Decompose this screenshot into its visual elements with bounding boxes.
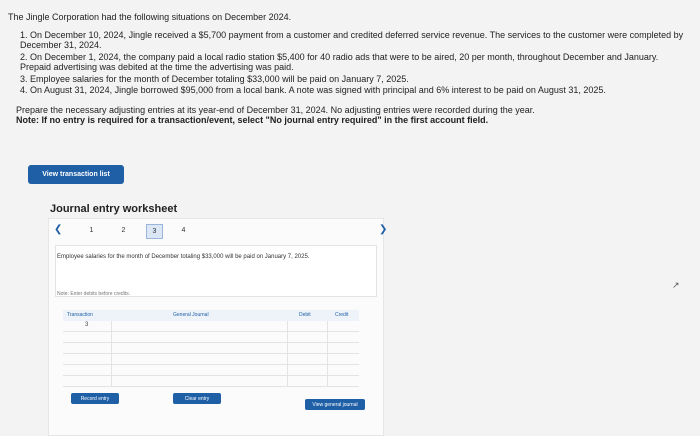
prepare-instruction: Prepare the necessary adjusting entries … <box>16 104 535 115</box>
col-general-journal: General Journal <box>173 312 209 318</box>
worksheet-title: Journal entry worksheet <box>50 203 178 215</box>
note-instruction: Note: If no entry is required for a tran… <box>16 115 489 125</box>
record-entry-button[interactable]: Record entry <box>71 393 119 404</box>
table-row[interactable] <box>63 332 359 343</box>
problem-intro: The Jingle Corporation had the following… <box>8 12 292 22</box>
situation-1: 1. On December 10, 2024, Jingle received… <box>20 29 684 51</box>
step-navigation: ❮ 1 2 3 4 ❯ <box>54 224 387 239</box>
table-row[interactable]: 3 <box>63 321 359 332</box>
worksheet-panel: ❮ 1 2 3 4 ❯ Employee salaries for the mo… <box>48 218 387 436</box>
situation-4: 4. On August 31, 2024, Jingle borrowed $… <box>20 85 606 95</box>
mouse-cursor-icon: ↗ <box>672 280 680 290</box>
situation-3: 3. Employee salaries for the month of De… <box>20 73 409 84</box>
situation-2: 2. On December 1, 2024, the company paid… <box>20 51 659 73</box>
table-row[interactable] <box>63 376 359 387</box>
table-row[interactable] <box>63 343 359 354</box>
table-row[interactable] <box>63 354 359 365</box>
next-arrow-icon[interactable]: ❯ <box>379 224 387 235</box>
step-1[interactable]: 1 <box>84 224 99 237</box>
step-3[interactable]: 3 <box>146 224 163 239</box>
col-transaction: Transaction <box>67 312 93 318</box>
problem-statement: The Jingle Corporation had the following… <box>8 12 688 126</box>
view-general-journal-button[interactable]: View general journal <box>305 399 365 410</box>
journal-table: Transaction General Journal Debit Credit… <box>63 310 359 387</box>
view-transaction-list-button[interactable]: View transaction list <box>28 165 124 184</box>
step-2[interactable]: 2 <box>116 224 131 237</box>
table-header: Transaction General Journal Debit Credit <box>63 310 359 321</box>
col-credit: Credit <box>335 312 349 318</box>
transaction-description: Employee salaries for the month of Decem… <box>57 254 310 260</box>
transaction-number: 3 <box>85 322 89 328</box>
col-debit: Debit <box>299 312 311 318</box>
step-4[interactable]: 4 <box>176 224 191 237</box>
table-row[interactable] <box>63 365 359 376</box>
clear-entry-button[interactable]: Clear entry <box>173 393 221 404</box>
debit-note: Note: Enter debits before credits. <box>57 291 131 297</box>
prev-arrow-icon[interactable]: ❮ <box>54 224 62 235</box>
